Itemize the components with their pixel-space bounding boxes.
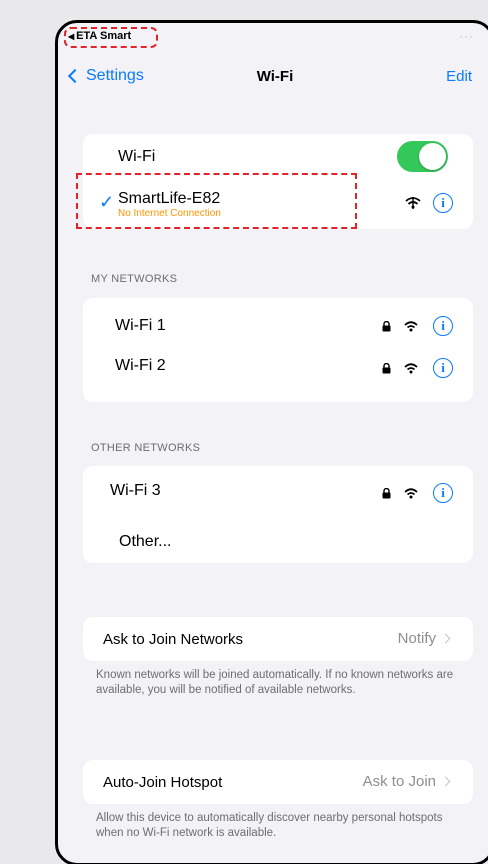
wifi-label: Wi-Fi — [118, 147, 156, 165]
auto-join-footnote: Allow this device to automatically disco… — [96, 812, 443, 839]
ask-to-join-row[interactable]: Ask to Join Networks Notify — [83, 617, 473, 661]
network-row[interactable]: Wi-Fi 1 i — [83, 306, 473, 346]
wifi-signal-icon — [404, 363, 418, 374]
wifi-no-internet-icon — [405, 197, 421, 209]
other-network-row[interactable]: Other... — [83, 522, 473, 562]
other-networks-group: Wi-Fi 3 i Other... — [83, 466, 473, 563]
navigation-bar: Settings Wi-Fi Edit — [58, 63, 488, 93]
network-info-icon[interactable]: i — [433, 483, 453, 503]
ask-to-join-group: Ask to Join Networks Notify — [83, 617, 473, 661]
auto-join-group: Auto-Join Hotspot Ask to Join — [83, 760, 473, 804]
network-row[interactable]: Wi-Fi 2 i — [83, 346, 473, 386]
edit-button[interactable]: Edit — [446, 68, 472, 85]
chevron-right-icon — [440, 776, 451, 787]
other-network-label: Other... — [119, 533, 172, 550]
ask-to-join-value: Notify — [397, 630, 451, 647]
wifi-signal-icon — [404, 321, 418, 332]
connected-network-highlight — [76, 173, 357, 229]
network-name: Wi-Fi 3 — [110, 482, 161, 499]
lock-icon — [382, 363, 391, 374]
status-indicator: ··· — [459, 29, 474, 43]
network-name: Wi-Fi 1 — [115, 317, 166, 334]
other-networks-header: OTHER NETWORKS — [91, 442, 201, 454]
page-title: Wi-Fi — [256, 68, 294, 85]
back-app-highlight — [64, 27, 158, 48]
network-name: Wi-Fi 2 — [115, 357, 166, 374]
network-row[interactable]: Wi-Fi 3 i — [83, 470, 473, 512]
wifi-signal-icon — [404, 488, 418, 499]
auto-join-row[interactable]: Auto-Join Hotspot Ask to Join — [83, 760, 473, 804]
lock-icon — [382, 488, 391, 499]
chevron-right-icon — [440, 633, 451, 644]
ask-to-join-label: Ask to Join Networks — [103, 630, 244, 648]
my-networks-header: MY NETWORKS — [91, 273, 178, 285]
ask-to-join-footnote: Known networks will be joined automatica… — [96, 669, 454, 696]
lock-icon — [382, 321, 391, 332]
auto-join-value-text: Ask to Join — [362, 773, 436, 790]
my-networks-group: Wi-Fi 1 i Wi-Fi 2 i — [83, 298, 473, 402]
network-info-icon[interactable]: i — [433, 358, 453, 378]
network-info-icon[interactable]: i — [433, 316, 453, 336]
connected-network-info-icon[interactable]: i — [433, 193, 453, 213]
toggle-knob — [419, 143, 446, 170]
auto-join-value: Ask to Join — [362, 773, 451, 790]
device-frame: ··· ◀ ETA Smart Settings Wi-Fi Edit Wi-F… — [55, 20, 488, 864]
ask-to-join-value-text: Notify — [397, 630, 436, 647]
auto-join-label: Auto-Join Hotspot — [103, 773, 223, 791]
wifi-toggle[interactable] — [397, 141, 448, 172]
